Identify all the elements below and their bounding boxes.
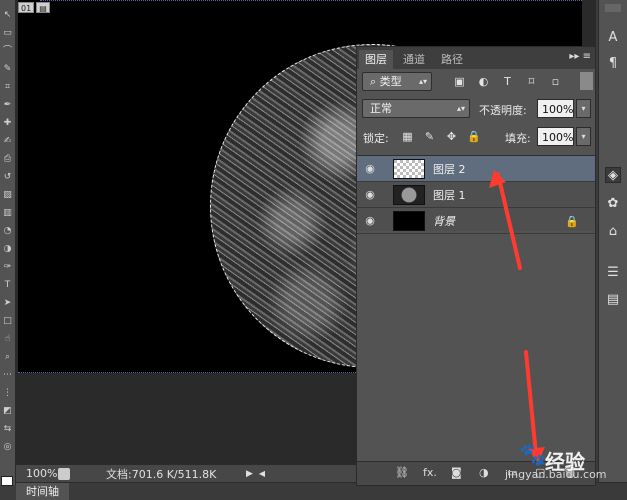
right-panel-dock: A ¶ ◈ ✿ ⌂ ☰ ▤ (598, 0, 627, 482)
history-brush-tool-icon[interactable]: ↺ (2, 172, 13, 183)
tab-layers[interactable]: 图层 (359, 50, 393, 69)
add-mask-icon[interactable]: ◙ (451, 466, 462, 479)
quick-select-tool-icon[interactable]: ✎ (2, 64, 13, 75)
tab-paths[interactable]: 路径 (435, 50, 469, 69)
character-panel-icon[interactable]: A (605, 30, 621, 46)
tools-toolbar: ↖ ▭ ⌒ ✎ ⌗ ✒ ✚ ✍ ⎙ ↺ ▨ ▥ ◔ ◑ ✑ T ➤ □ ☝ ⌕ … (0, 0, 16, 486)
link-layers-icon[interactable]: ⛓ (395, 466, 409, 479)
layer-row[interactable]: ◉ 图层 1 (357, 182, 595, 208)
tab-channels[interactable]: 通道 (397, 50, 431, 69)
properties-panel-icon[interactable]: ☰ (605, 265, 621, 281)
eraser-tool-icon[interactable]: ▨ (2, 190, 13, 201)
lock-label: 锁定: (363, 132, 389, 145)
filter-kind-label: 类型 (379, 75, 402, 88)
healing-brush-tool-icon[interactable]: ✚ (2, 118, 13, 129)
type-tool-icon[interactable]: T (2, 280, 13, 291)
watermark-site: jingyan.baidu.com (505, 468, 607, 481)
document-tab-button[interactable]: ▤ (36, 2, 50, 13)
layer-thumbnail[interactable] (393, 184, 425, 205)
scroll-left-icon[interactable]: ◀ (259, 469, 265, 478)
hand-tool-icon[interactable]: ☝ (2, 334, 13, 345)
shape-filter-icon[interactable]: ⌑ (525, 75, 538, 88)
dodge-tool-icon[interactable]: ◑ (2, 244, 13, 255)
fill-dropdown-icon[interactable]: ▾ (576, 127, 591, 146)
marquee-tool-icon[interactable]: ▭ (2, 28, 13, 39)
layer-style-icon[interactable]: fx. (423, 466, 437, 479)
opacity-input[interactable]: 100% (537, 99, 574, 118)
panel-menu-icon[interactable]: ▸▸ ≡ (569, 51, 591, 62)
lock-transparent-icon[interactable]: ▦ (401, 130, 414, 143)
image-filter-icon[interactable]: ▣ (453, 75, 466, 88)
document-tab-buttons: 01 ▤ (18, 2, 50, 14)
smart-object-filter-icon[interactable]: ▫ (549, 75, 562, 88)
lock-image-icon[interactable]: ✎ (423, 130, 436, 143)
layer-thumbnail[interactable] (393, 210, 425, 231)
extra-tools-icon[interactable]: ⋯ (2, 370, 13, 381)
history-panel-icon[interactable]: ▤ (605, 292, 621, 308)
lasso-tool-icon[interactable]: ⌒ (2, 46, 13, 57)
type-filter-icon[interactable]: T (501, 75, 514, 88)
layer-row[interactable]: ◉ 背景 🔒 (357, 208, 595, 234)
eyedropper-tool-icon[interactable]: ✒ (2, 100, 13, 111)
opacity-dropdown-icon[interactable]: ▾ (576, 99, 591, 118)
document-tab-button[interactable]: 01 (18, 2, 35, 13)
timeline-tab[interactable]: 时间轴 (16, 483, 69, 500)
quick-mask-icon[interactable]: ◎ (2, 442, 13, 453)
layers-panel-icon[interactable]: ◈ (605, 167, 621, 183)
crop-tool-icon[interactable]: ⌗ (2, 82, 13, 93)
status-bar: 100% 文档:701.6 K/511.8K ▶ ◀ (16, 464, 356, 482)
edit-toolbar-icon[interactable]: ⋮ (2, 388, 13, 399)
shape-tool-icon[interactable]: □ (2, 316, 13, 327)
clone-stamp-tool-icon[interactable]: ⎙ (2, 154, 13, 165)
gradient-tool-icon[interactable]: ▥ (2, 208, 13, 219)
visibility-eye-icon[interactable]: ◉ (357, 188, 383, 201)
layer-name[interactable]: 背景 (433, 213, 455, 229)
document-info-icon[interactable] (58, 467, 70, 480)
swap-colors-icon[interactable]: ⇆ (2, 424, 13, 435)
filter-kind-select[interactable]: ⌕ 类型 ▴▾ (362, 72, 432, 91)
filter-search-icon: ⌕ (370, 75, 380, 88)
foreground-color-swatch[interactable] (1, 476, 13, 486)
blur-tool-icon[interactable]: ◔ (2, 226, 13, 237)
brush-tool-icon[interactable]: ✍ (2, 136, 13, 147)
layer-row[interactable]: ◉ 图层 2 (357, 156, 595, 182)
fill-label: 填充: (505, 132, 531, 145)
fill-input[interactable]: 100% (537, 127, 574, 146)
layers-panel-tabs: 图层 通道 路径 ▸▸ ≡ (357, 47, 595, 69)
layer-name[interactable]: 图层 1 (433, 187, 466, 203)
layer-name[interactable]: 图层 2 (433, 161, 466, 177)
path-select-tool-icon[interactable]: ➤ (2, 298, 13, 309)
default-colors-icon[interactable]: ◩ (2, 406, 13, 417)
layer-thumbnail[interactable] (393, 158, 425, 179)
visibility-eye-icon[interactable]: ◉ (357, 162, 383, 175)
paths-panel-icon[interactable]: ⌂ (605, 224, 621, 240)
document-info: 文档:701.6 K/511.8K (106, 467, 217, 481)
layer-list: ◉ 图层 2 ◉ 图层 1 ◉ 背景 🔒 (357, 155, 595, 234)
pen-tool-icon[interactable]: ✑ (2, 262, 13, 273)
move-tool-icon[interactable]: ↖ (2, 10, 13, 21)
zoom-tool-icon[interactable]: ⌕ (2, 352, 13, 363)
blend-mode-label: 正常 (370, 102, 392, 115)
opacity-label: 不透明度: (479, 104, 527, 117)
paragraph-panel-icon[interactable]: ¶ (605, 56, 621, 72)
lock-all-icon[interactable]: 🔒 (467, 130, 481, 143)
chevron-down-icon: ▴▾ (456, 104, 465, 113)
lock-icon: 🔒 (565, 215, 579, 228)
new-adjustment-icon[interactable]: ◑ (479, 466, 489, 479)
status-menu-arrow-icon[interactable]: ▶ (246, 469, 253, 479)
channels-panel-icon[interactable]: ✿ (605, 196, 621, 212)
lock-position-icon[interactable]: ✥ (445, 130, 458, 143)
dock-collapse-icon[interactable] (605, 4, 621, 12)
adjustment-filter-icon[interactable]: ◐ (477, 75, 490, 88)
baidu-jingyan-watermark: 🐾 经验 jingyan.baidu.com (505, 442, 625, 486)
zoom-level[interactable]: 100% (16, 467, 57, 480)
chevron-down-icon: ▴▾ (418, 77, 427, 86)
blend-mode-select[interactable]: 正常 ▴▾ (362, 99, 470, 118)
layers-panel: 图层 通道 路径 ▸▸ ≡ ⌕ 类型 ▴▾ ▣ ◐ T ⌑ ▫ 正常 ▴▾ 不透… (356, 46, 596, 486)
visibility-eye-icon[interactable]: ◉ (357, 214, 383, 227)
paw-logo-icon: 🐾 (519, 443, 547, 468)
filter-toggle-icon[interactable] (580, 72, 593, 90)
